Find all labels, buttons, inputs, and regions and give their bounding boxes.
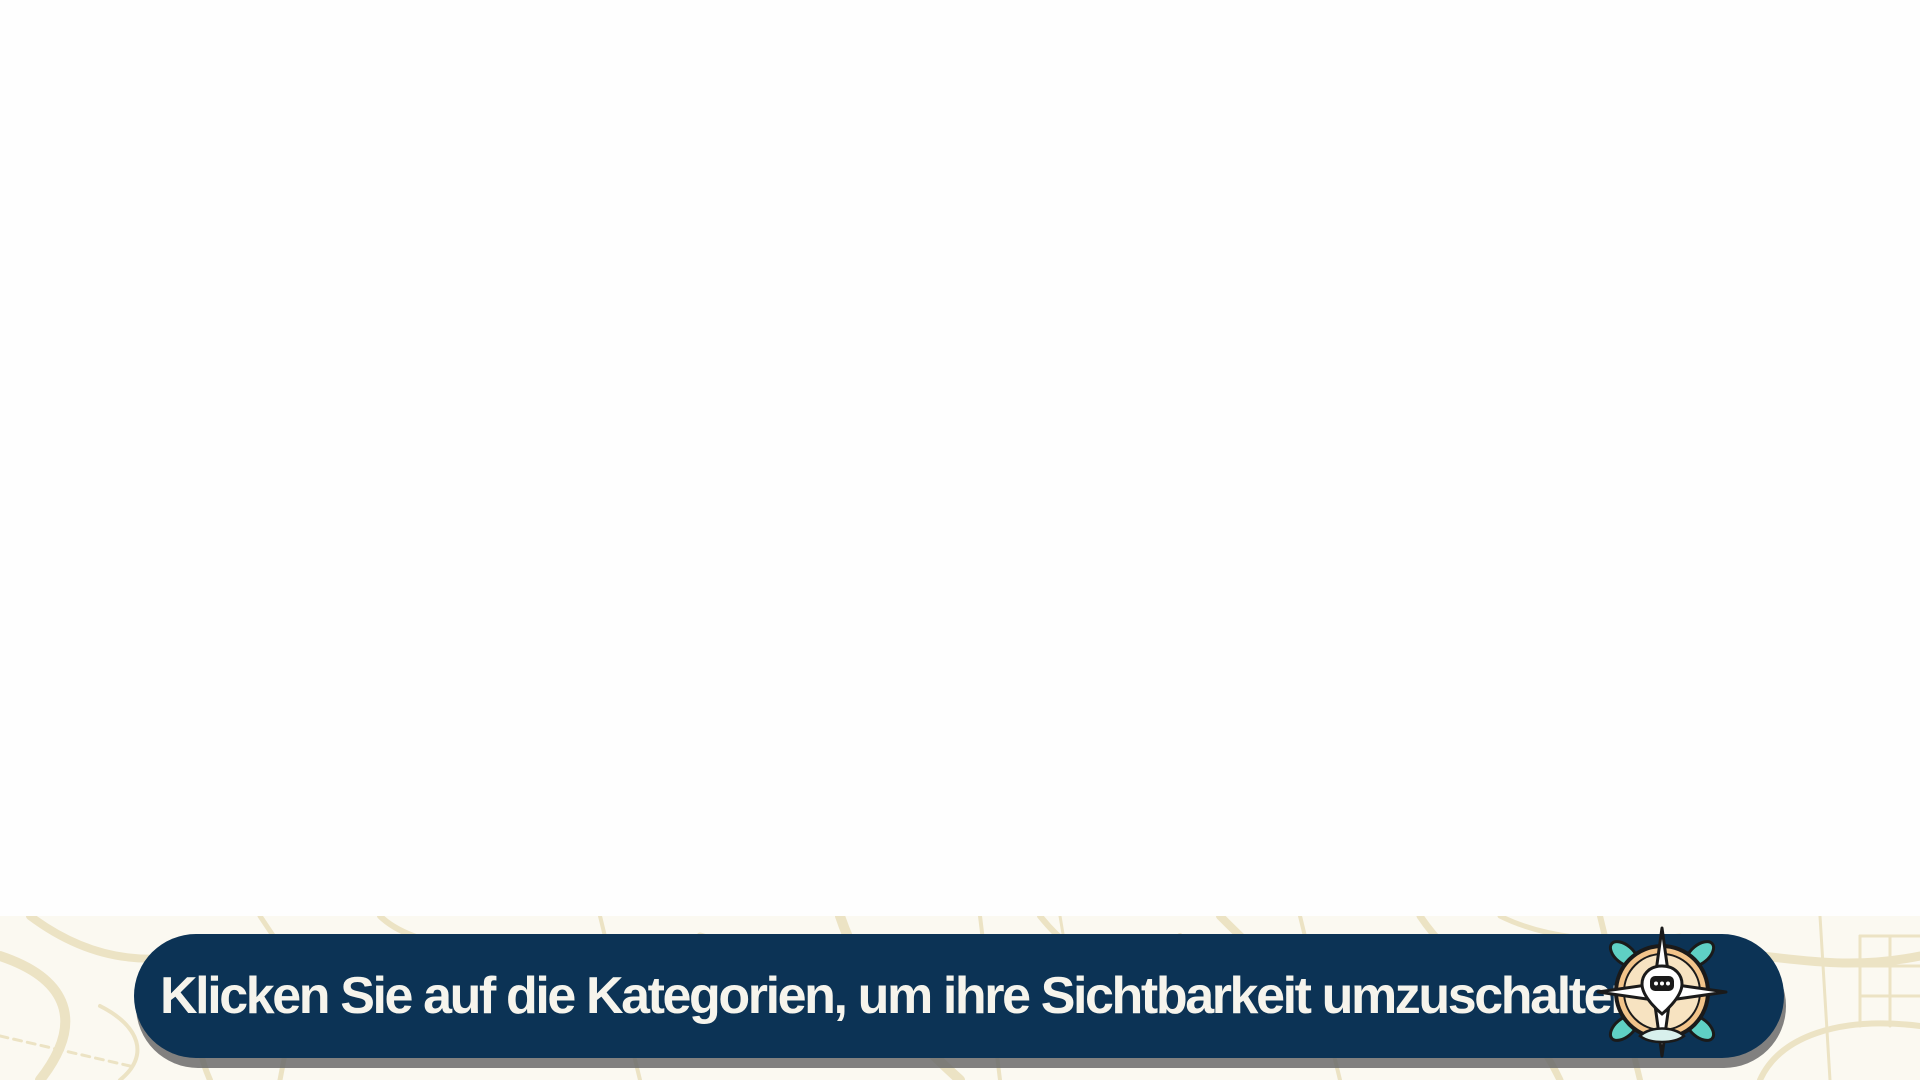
instruction-banner: Klicken Sie auf die Kategorien, um ihre … xyxy=(134,934,1784,1058)
app-stage: Klicken Sie auf die Kategorien, um ihre … xyxy=(0,0,1920,1080)
compass-chat-logo-icon xyxy=(1594,926,1730,1066)
instruction-text: Klicken Sie auf die Kategorien, um ihre … xyxy=(160,967,1654,1025)
